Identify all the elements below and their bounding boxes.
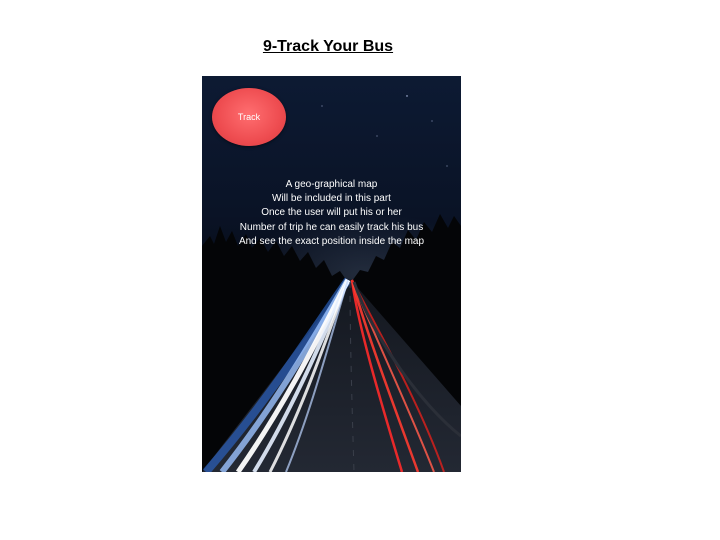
- track-button[interactable]: Track: [212, 88, 286, 146]
- description-line: And see the exact position inside the ma…: [238, 235, 425, 247]
- description-line: A geo-graphical map: [285, 179, 378, 190]
- description-line: Once the user will put his or her: [261, 207, 402, 219]
- track-button-label: Track: [237, 112, 261, 122]
- description-line: Number of trip he can easily track his b…: [239, 221, 424, 233]
- slide-title: 9-Track Your Bus: [262, 38, 394, 55]
- description-line: Will be included in this part: [272, 193, 391, 205]
- map-description: A geo-graphical map Will be included in …: [202, 178, 461, 249]
- phone-screen: Track A geo-graphical map Will be includ…: [202, 76, 461, 472]
